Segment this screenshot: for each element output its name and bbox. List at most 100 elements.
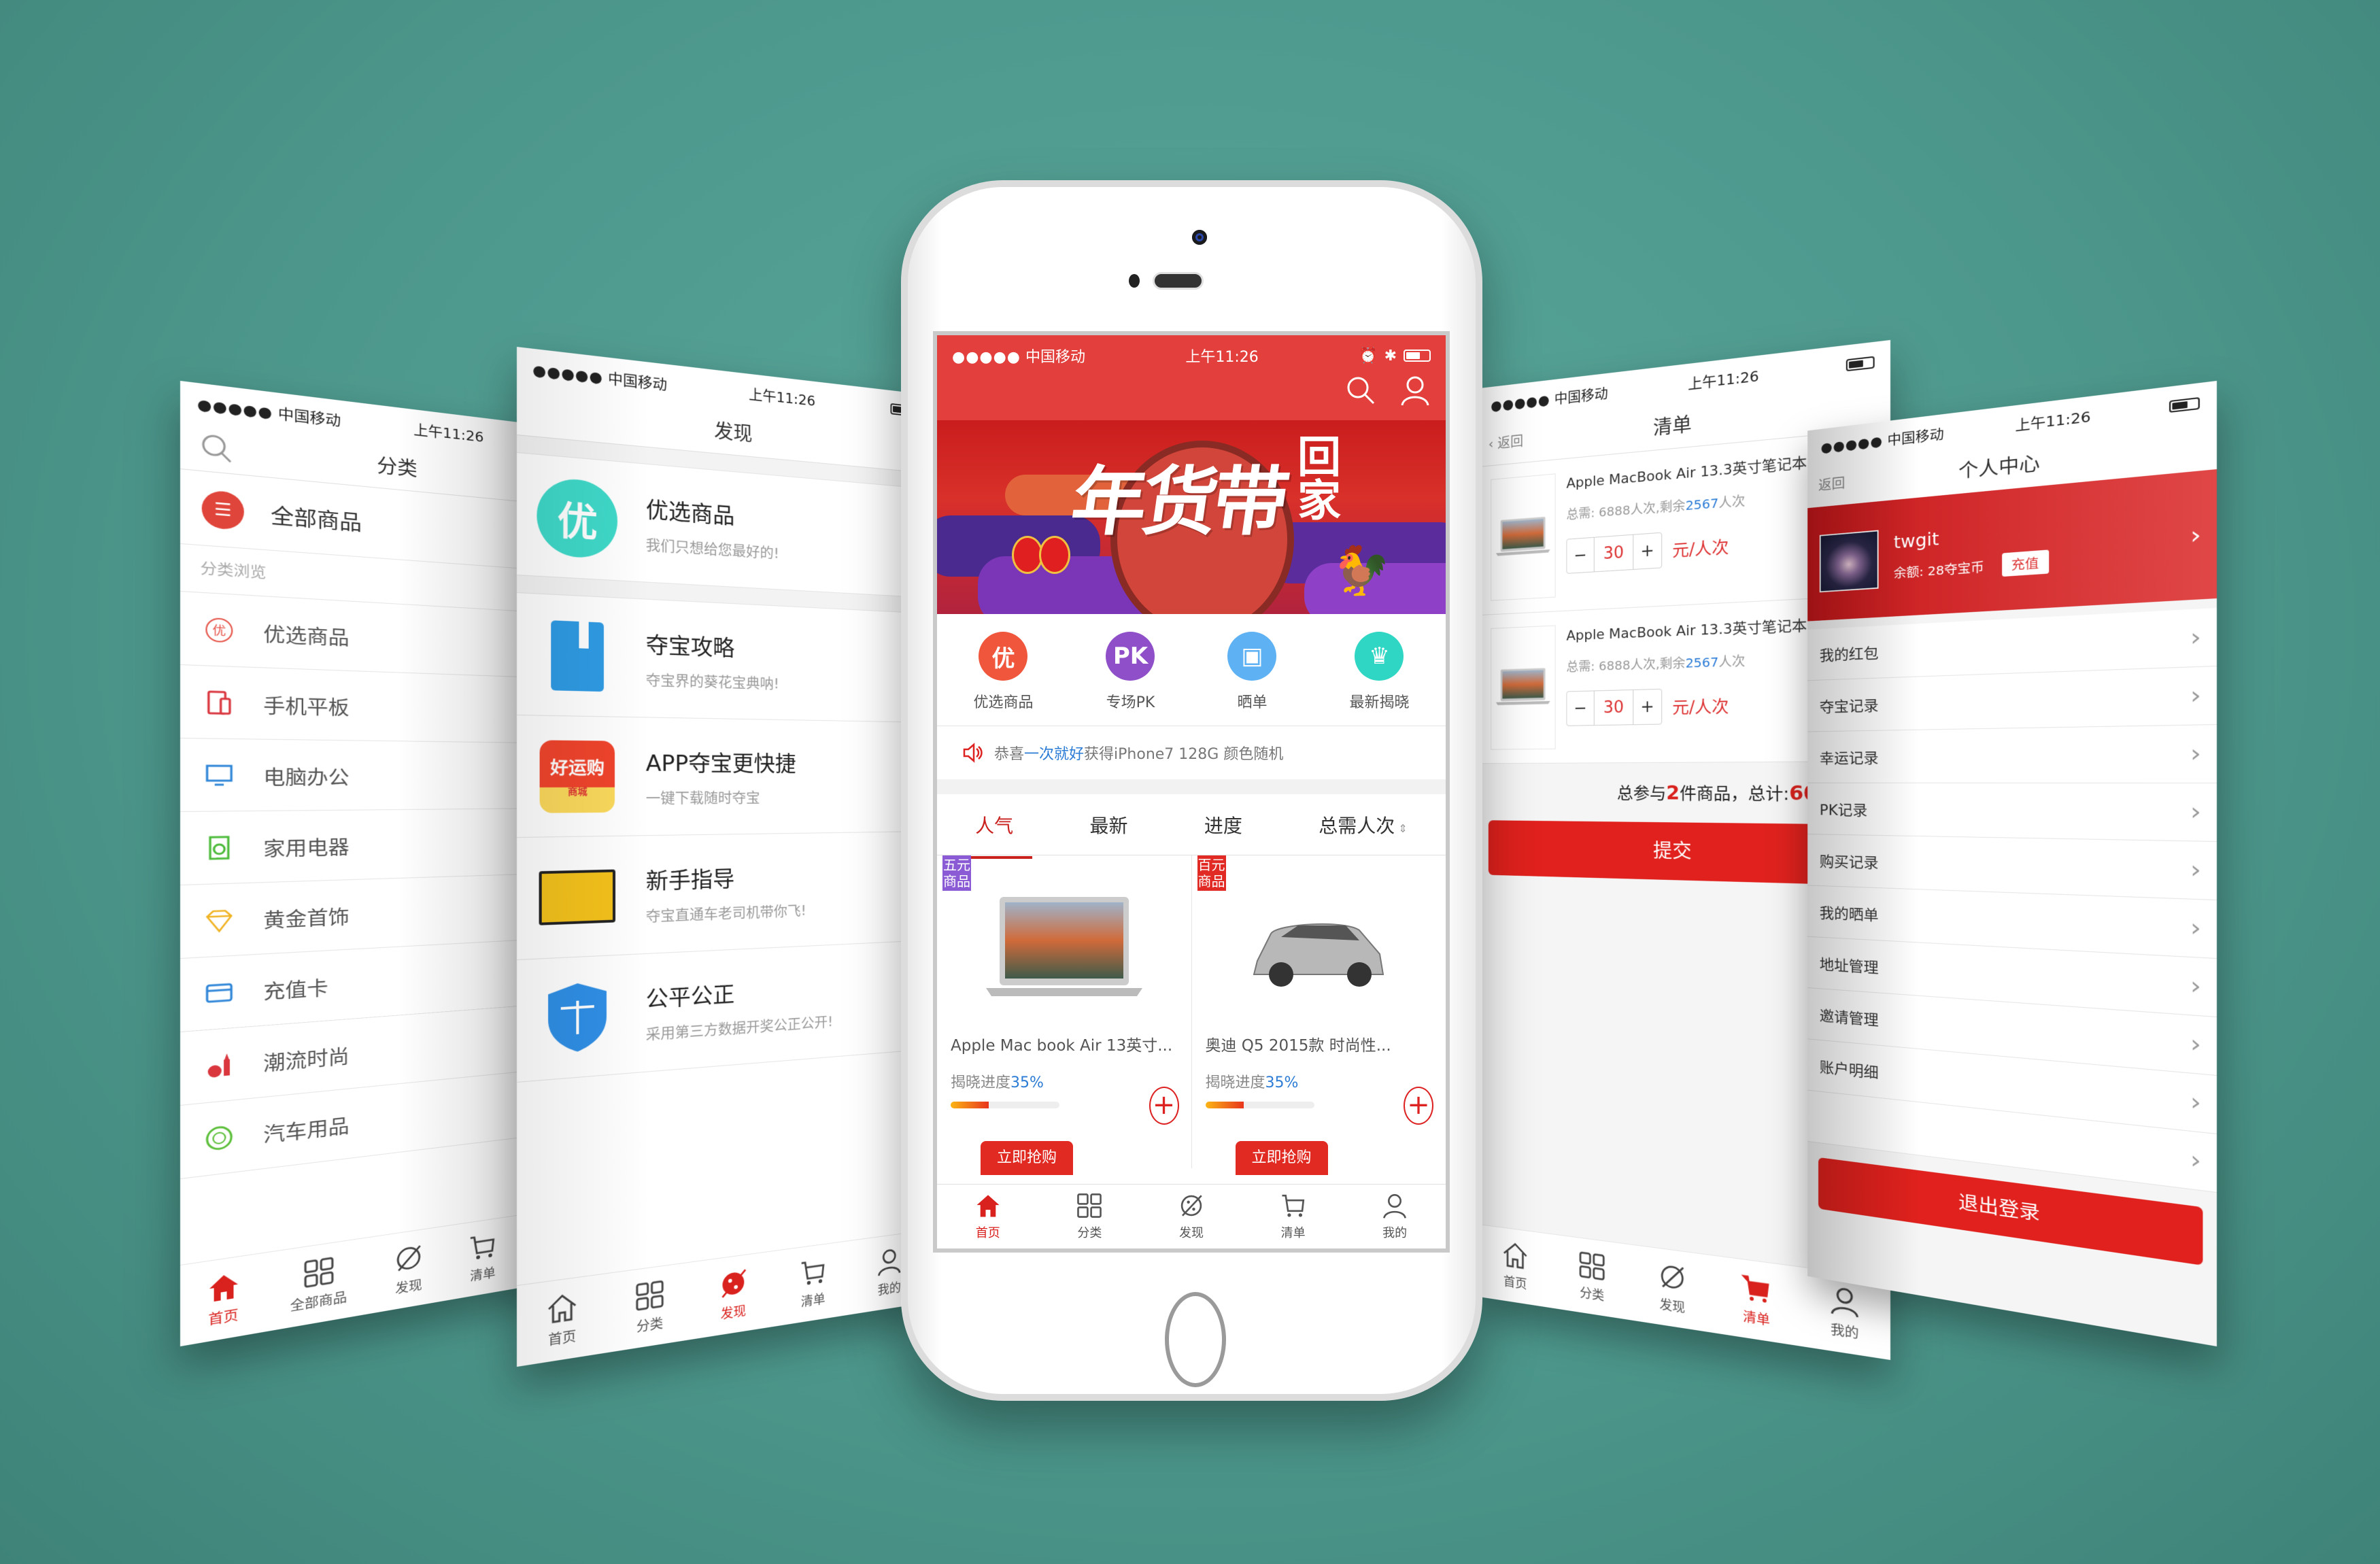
- buy-now-button[interactable]: 立即抢购: [981, 1141, 1073, 1175]
- cart-icon: [1282, 1194, 1304, 1217]
- quick-link-label: 最新揭晓: [1349, 694, 1410, 711]
- sort-tab[interactable]: 总需人次 ⇕: [1319, 811, 1408, 838]
- back-button[interactable]: ‹ 返回: [1489, 420, 1523, 466]
- banner-title-2: 回家: [1290, 434, 1341, 521]
- progress-fill: [951, 1102, 989, 1108]
- quick-link-icon: PK: [1106, 632, 1155, 681]
- product-card[interactable]: 五元商品 Apple Mac book Air 13英寸... 揭晓进度35% + 立即…: [937, 855, 1192, 1175]
- tab-bar: 首页 分类 发现 清单 我的: [517, 1229, 927, 1367]
- add-to-cart-button[interactable]: +: [1404, 1087, 1433, 1125]
- increment-button[interactable]: +: [1633, 690, 1661, 724]
- summary-text: 件商品，总计:: [1680, 784, 1790, 805]
- tab-mine[interactable]: 我的: [1381, 1192, 1408, 1241]
- cart-icon: [799, 1256, 827, 1285]
- chevron-right-icon: ›: [2190, 1088, 2202, 1117]
- item-title: APP夺宝更快捷: [645, 750, 796, 777]
- winner-name[interactable]: 一次就好: [1024, 746, 1084, 763]
- profile-menu-item[interactable]: 幸运记录 ›: [1807, 725, 2217, 783]
- tab-label: 发现: [1178, 1226, 1204, 1240]
- signal-icon: ●●●●●: [952, 349, 1021, 366]
- quick-link-label: 专场PK: [1106, 694, 1155, 711]
- tab-category[interactable]: 分类: [634, 1278, 665, 1336]
- progress-fill: [1205, 1102, 1244, 1108]
- discover-item[interactable]: 公平公正采用第三方数据开奖公正公开!›: [517, 940, 927, 1083]
- quick-link[interactable]: 优优选商品: [973, 632, 1034, 712]
- recharge-button[interactable]: 充值: [2001, 549, 2049, 577]
- tab-home[interactable]: 首页: [546, 1290, 578, 1349]
- tab-bar: 首页 分类 发现 清单 我的: [937, 1184, 1446, 1248]
- decrement-button[interactable]: −: [1567, 538, 1593, 573]
- add-to-cart-button[interactable]: +: [1149, 1087, 1179, 1125]
- sort-tab[interactable]: 最新: [1090, 811, 1128, 838]
- planet-icon: [719, 1267, 748, 1300]
- quick-link[interactable]: ♛ 最新揭晓: [1349, 632, 1409, 712]
- discover-item[interactable]: 夺宝攻略夺宝界的葵花宝典呐!›: [517, 593, 927, 723]
- category-label: 潮流时尚: [263, 1044, 350, 1076]
- tab-home[interactable]: 首页: [206, 1269, 241, 1329]
- progress-bar: [1205, 1102, 1314, 1108]
- profile-menu-item[interactable]: PK记录 ›: [1807, 783, 2217, 842]
- sort-tab[interactable]: 人气: [956, 811, 1033, 859]
- clock: 上午11:26: [413, 422, 484, 446]
- tab-cart[interactable]: 清单: [799, 1256, 827, 1311]
- unit-label: 元/人次: [1672, 537, 1729, 561]
- tab-home[interactable]: 首页: [1501, 1240, 1529, 1293]
- tab-label: 全部商品: [290, 1289, 347, 1314]
- lipstick-icon: [202, 1049, 237, 1083]
- tab-all-goods[interactable]: 全部商品: [290, 1253, 347, 1315]
- quantity-input[interactable]: 30: [1593, 534, 1634, 572]
- promo-banner[interactable]: 🐓 年货带 回家: [937, 420, 1446, 614]
- clock: 上午11:26: [749, 386, 816, 410]
- list-icon: ☰: [201, 489, 244, 530]
- product-name: 奥迪 Q5 2015款 时尚性...: [1205, 1037, 1391, 1055]
- phone-tablet-icon: [202, 686, 237, 718]
- search-icon[interactable]: [1345, 375, 1376, 406]
- profile-menu: 我的红包 › 夺宝记录 › 幸运记录 › PK记录 › 购买记录 › 我的晒单 › 地址管理 › 邀请管理 ›…: [1807, 608, 2217, 1193]
- tab-cart[interactable]: 清单: [1280, 1192, 1307, 1241]
- back-button[interactable]: 返回: [1818, 462, 1845, 507]
- quick-link[interactable]: ▣ 晒单: [1227, 632, 1277, 712]
- sort-tab-label: 最新: [1089, 814, 1128, 837]
- tab-label: 分类: [636, 1315, 664, 1336]
- tab-mine[interactable]: 我的: [1829, 1284, 1861, 1343]
- tab-cart[interactable]: 清单: [1741, 1272, 1772, 1329]
- tab-category[interactable]: 分类: [1076, 1192, 1103, 1241]
- chevron-right-icon: ›: [2190, 624, 2202, 652]
- tab-discover[interactable]: 发现: [1178, 1192, 1205, 1241]
- discover-item[interactable]: 好运购商城APP夺宝更快捷一键下载随时夺宝›: [517, 715, 927, 838]
- discover-item[interactable]: 新手指导夺宝直通车老司机带你飞!›: [517, 832, 927, 960]
- product-card[interactable]: 百元商品 奥迪 Q5 2015款 时尚性... 揭晓进度35% + 立即抢购: [1192, 855, 1446, 1175]
- buy-now-button[interactable]: 立即抢购: [1235, 1141, 1328, 1175]
- item-subtitle: 采用第三方数据开奖公正公开!: [645, 1014, 833, 1044]
- quantity-input[interactable]: 30: [1593, 690, 1634, 726]
- item-title: 夺宝攻略: [645, 632, 735, 662]
- home-icon: [209, 1273, 238, 1303]
- tab-discover[interactable]: 发现: [719, 1267, 748, 1323]
- quick-link[interactable]: PK 专场PK: [1106, 632, 1155, 712]
- chevron-right-icon: ›: [2190, 681, 2202, 710]
- planet-icon: [393, 1242, 424, 1276]
- tab-mine[interactable]: 我的: [876, 1245, 902, 1299]
- home-header: ●●●●● 中国移动 上午11:26 ⏰ ✱: [937, 335, 1446, 420]
- tab-discover[interactable]: 发现: [1658, 1261, 1687, 1317]
- carrier-label: 中国移动: [1554, 386, 1608, 408]
- increment-button[interactable]: +: [1633, 533, 1661, 569]
- tab-cart[interactable]: 清单: [468, 1230, 497, 1285]
- product-thumbnail[interactable]: [1491, 473, 1556, 601]
- sort-tab[interactable]: 进度: [1204, 811, 1242, 838]
- chevron-right-icon: ›: [2190, 521, 2202, 550]
- tab-category[interactable]: 分类: [1578, 1250, 1605, 1305]
- tab-label: 首页: [548, 1328, 577, 1348]
- home-button[interactable]: [1165, 1292, 1226, 1387]
- tab-label: 我的: [1831, 1321, 1859, 1342]
- decrement-button[interactable]: −: [1567, 691, 1593, 725]
- tab-home[interactable]: 首页: [974, 1192, 1002, 1241]
- winner-notice[interactable]: 恭喜一次就好获得iPhone7 128G 颜色随机: [937, 726, 1446, 779]
- user-icon[interactable]: [1399, 375, 1431, 406]
- balance: 余额: 28夺宝币: [1893, 559, 1984, 581]
- tab-discover[interactable]: 发现: [393, 1242, 424, 1298]
- quantity-stepper[interactable]: −30 +: [1566, 688, 1663, 726]
- product-thumbnail[interactable]: [1491, 625, 1556, 750]
- search-icon[interactable]: [200, 432, 233, 465]
- quantity-stepper[interactable]: −30 +: [1566, 532, 1663, 574]
